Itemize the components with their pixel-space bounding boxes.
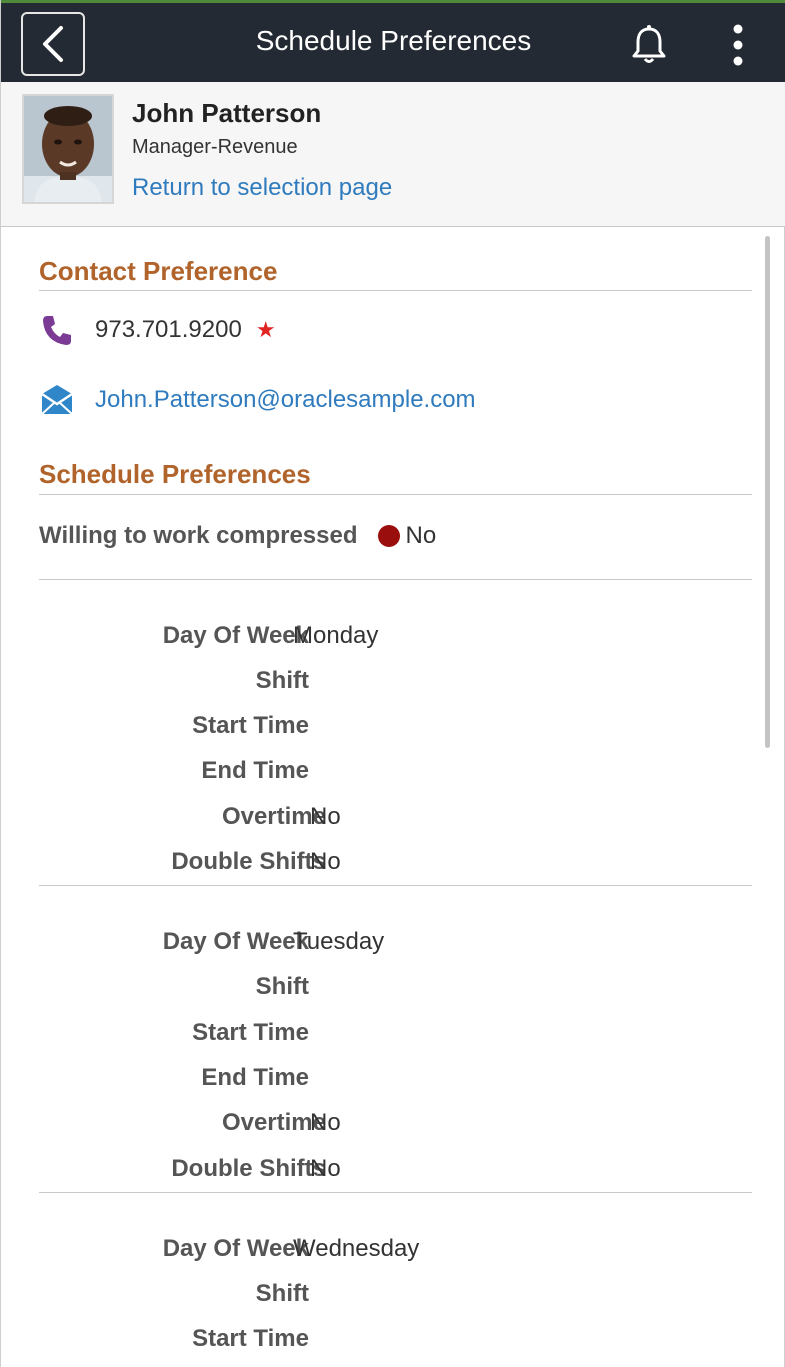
day-of-week-label: Day Of Week [162, 622, 309, 649]
scrollbar[interactable] [765, 236, 770, 748]
end-time-label: End Time [201, 757, 309, 784]
bell-icon[interactable] [627, 23, 671, 67]
day-of-week-row: Day Of Week Wednesday [39, 1235, 752, 1265]
overtime-value: No [310, 1109, 341, 1136]
shift-label: Shift [255, 973, 309, 1000]
shift-label: Shift [255, 667, 309, 694]
shift-row: Shift [39, 973, 752, 1003]
compressed-label: Willing to work compressed [39, 522, 358, 549]
contact-section-title: Contact Preference [39, 256, 278, 286]
end-time-label: End Time [201, 1064, 309, 1091]
day-of-week-label: Day Of Week [162, 928, 309, 955]
shift-row: Shift [39, 1280, 752, 1310]
divider [39, 494, 752, 495]
start-time-label: Start Time [192, 712, 309, 739]
person-photo [24, 96, 112, 202]
person-name: John Patterson [132, 98, 322, 128]
day-of-week-row: Day Of Week Monday [39, 622, 752, 652]
day-of-week-value: Monday [293, 622, 379, 649]
divider [39, 1192, 752, 1193]
double-shifts-row: Double Shifts No [39, 848, 752, 878]
double-shifts-row: Double Shifts No [39, 1155, 752, 1185]
day-of-week-label: Day Of Week [162, 1235, 309, 1262]
start-time-row: Start Time [39, 1325, 752, 1355]
double-shifts-label: Double Shifts [171, 848, 326, 875]
content-area: Contact Preference 973.701.9200 ★ John.P… [1, 228, 785, 1367]
double-shifts-value: No [310, 848, 341, 875]
compressed-work-row: Willing to work compressed No [39, 522, 436, 550]
start-time-label: Start Time [192, 1019, 309, 1046]
day-of-week-value: Tuesday [293, 928, 385, 955]
preferred-star-icon: ★ [255, 317, 276, 342]
return-to-selection-link[interactable]: Return to selection page [132, 174, 392, 202]
schedule-section-title: Schedule Preferences [39, 459, 311, 489]
overtime-row: Overtime No [39, 1109, 752, 1139]
phone-row[interactable]: 973.701.9200 ★ [39, 312, 276, 348]
divider [39, 885, 752, 886]
shift-label: Shift [255, 1280, 309, 1307]
person-header: John Patterson Manager-Revenue Return to… [1, 82, 785, 227]
compressed-value: No [405, 522, 437, 549]
person-job-title: Manager-Revenue [132, 136, 298, 158]
email-link[interactable]: John.Patterson@oraclesample.com [95, 386, 476, 414]
avatar [22, 94, 114, 204]
phone-icon [43, 316, 71, 345]
end-time-row: End Time [39, 1064, 752, 1094]
email-icon [41, 385, 73, 415]
more-actions-icon[interactable] [727, 23, 749, 67]
start-time-row: Start Time [39, 1019, 752, 1049]
overtime-value: No [310, 803, 341, 830]
phone-number: 973.701.9200 [95, 316, 242, 343]
end-time-row: End Time [39, 757, 752, 787]
double-shifts-label: Double Shifts [171, 1155, 326, 1182]
divider [39, 290, 752, 291]
start-time-label: Start Time [192, 1325, 309, 1352]
email-row[interactable]: John.Patterson@oraclesample.com [39, 382, 476, 418]
shift-row: Shift [39, 667, 752, 697]
top-bar: Schedule Preferences [1, 0, 785, 82]
day-of-week-value: Wednesday [293, 1235, 420, 1262]
overtime-row: Overtime No [39, 803, 752, 833]
status-indicator-icon [377, 525, 400, 547]
double-shifts-value: No [310, 1155, 341, 1182]
start-time-row: Start Time [39, 712, 752, 742]
day-of-week-row: Day Of Week Tuesday [39, 928, 752, 958]
divider [39, 579, 752, 580]
